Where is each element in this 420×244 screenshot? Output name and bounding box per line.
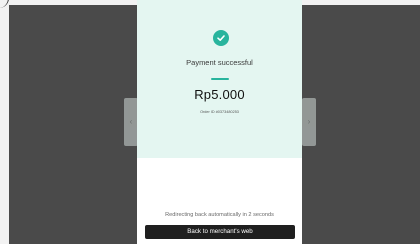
payment-amount: Rp5.000 — [194, 87, 245, 102]
redirect-countdown: Redirecting back automatically in 2 seco… — [165, 212, 274, 218]
payment-status: Payment successful — [186, 58, 253, 67]
order-id: Order ID #0373480253 — [200, 110, 239, 114]
background-card-left: ‹ — [124, 98, 138, 146]
accent-divider — [211, 78, 229, 80]
back-to-merchant-button[interactable]: Back to merchant's web — [145, 225, 295, 239]
window-edge-left — [0, 0, 9, 244]
payment-result-screen: Payment successful Rp5.000 Order ID #037… — [137, 0, 302, 244]
background-card-right: › — [302, 98, 316, 146]
success-panel: Payment successful Rp5.000 Order ID #037… — [137, 0, 302, 158]
check-circle-icon — [213, 30, 229, 46]
